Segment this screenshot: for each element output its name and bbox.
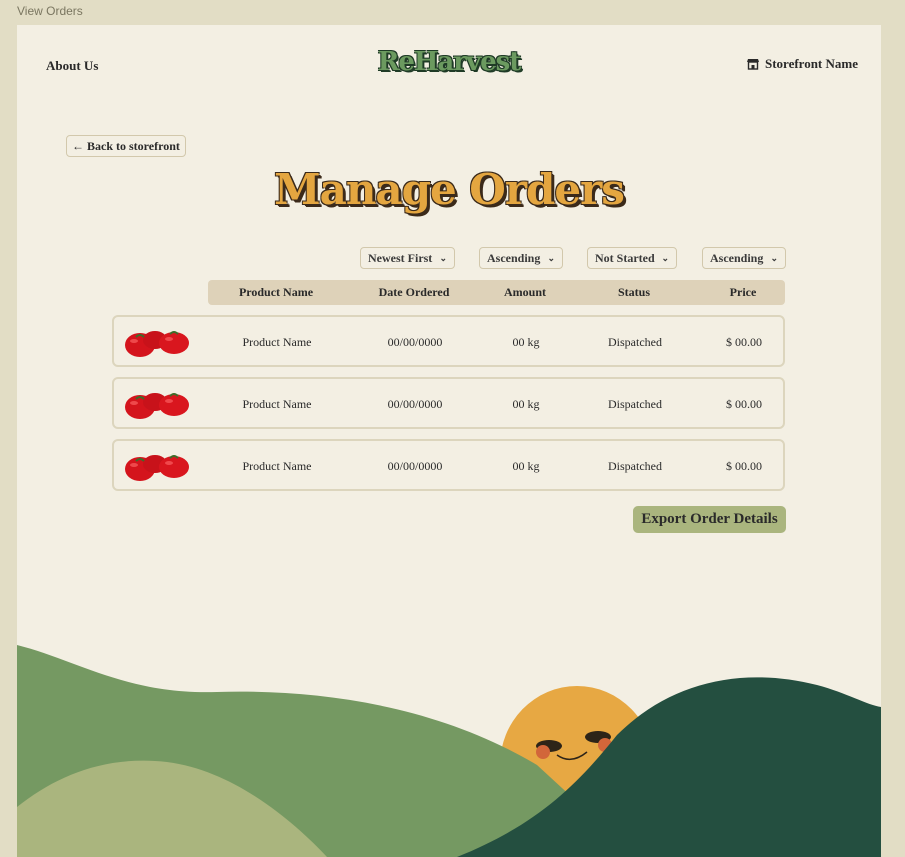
date-ordered: 00/00/0000	[387, 397, 443, 411]
order-row[interactable]: Product Name 00/00/0000 00 kg Dispatched…	[112, 439, 785, 491]
status: Dispatched	[608, 397, 662, 411]
date-ordered: 00/00/0000	[387, 335, 443, 349]
price: $ 00.00	[726, 459, 762, 473]
filter-value: Ascending	[710, 250, 764, 265]
product-name: Product Name	[242, 397, 312, 411]
back-to-storefront-button[interactable]: ← Back to storefront	[66, 135, 186, 157]
sort-filter-dropdown[interactable]: Newest First ⌄	[360, 247, 455, 269]
chevron-down-icon: ⌄	[661, 252, 669, 263]
manage-orders-page: About Us ReHarvest Storefront Name ← Bac…	[17, 25, 881, 857]
filter-value: Newest First	[368, 250, 433, 265]
hills-illustration	[17, 645, 881, 857]
date-ordered: 00/00/0000	[387, 459, 443, 473]
amount: 00 kg	[512, 459, 540, 473]
chevron-down-icon: ⌄	[770, 252, 778, 263]
column-header: Product Name	[238, 285, 314, 299]
column-header: Date Ordered	[378, 285, 450, 299]
tomato-icon	[125, 331, 189, 357]
amount: 00 kg	[512, 335, 540, 349]
status-filter-dropdown[interactable]: Not Started ⌄	[587, 247, 677, 269]
order-row[interactable]: Product Name 00/00/0000 00 kg Dispatched…	[112, 315, 785, 367]
amount: 00 kg	[512, 397, 540, 411]
status: Dispatched	[608, 459, 662, 473]
filter-value: Not Started	[595, 250, 655, 265]
page-title: Manage Orders	[274, 165, 625, 214]
order-row[interactable]: Product Name 00/00/0000 00 kg Dispatched…	[112, 377, 785, 429]
export-order-details-button[interactable]: Export Order Details	[633, 506, 786, 533]
storefront-icon	[746, 59, 759, 70]
storefront-link[interactable]: Storefront Name	[746, 56, 858, 72]
column-header: Amount	[503, 285, 547, 299]
tomato-icon	[125, 455, 189, 481]
price: $ 00.00	[726, 335, 762, 349]
storefront-name: Storefront Name	[764, 56, 858, 71]
tomato-icon	[125, 393, 189, 419]
price: $ 00.00	[726, 397, 762, 411]
column-header: Price	[729, 285, 757, 299]
column-header: Status	[617, 285, 651, 299]
product-name: Product Name	[242, 459, 312, 473]
product-name: Product Name	[242, 335, 312, 349]
price-order-dropdown[interactable]: Ascending ⌄	[702, 247, 786, 269]
table-header: Product Name Date Ordered Amount Status …	[208, 280, 785, 305]
frame-label: View Orders	[17, 4, 83, 18]
status: Dispatched	[608, 335, 662, 349]
chevron-down-icon: ⌄	[439, 252, 447, 263]
filter-value: Ascending	[487, 250, 541, 265]
date-order-dropdown[interactable]: Ascending ⌄	[479, 247, 563, 269]
chevron-down-icon: ⌄	[547, 252, 555, 263]
